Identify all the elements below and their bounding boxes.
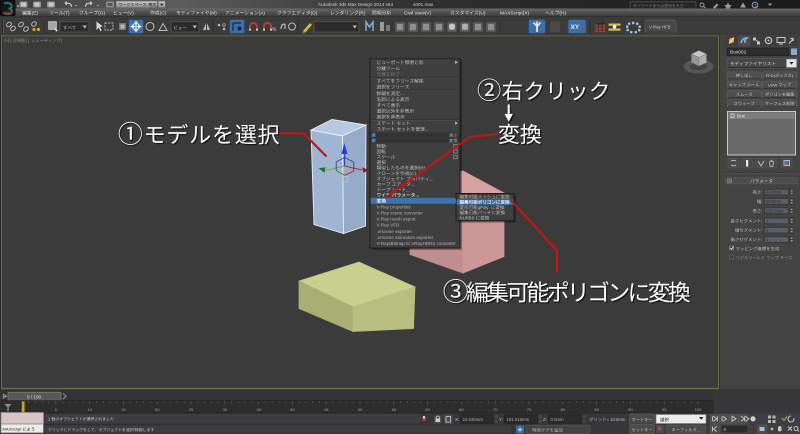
svg-text:90: 90 [628, 407, 633, 412]
svg-text::: : [761, 237, 762, 242]
svg-text:15: 15 [121, 407, 126, 412]
svg-text:V-Ray mesh export: V-Ray mesh export [377, 217, 417, 222]
svg-text:...: ... [430, 176, 434, 181]
svg-text:UVW: UVW [768, 82, 778, 87]
svg-text:Box: Box [737, 114, 746, 119]
svg-text:70: 70 [493, 407, 498, 412]
svg-text:Y:: Y: [499, 417, 503, 422]
svg-text:(R): (R) [359, 11, 366, 17]
svg-text::: : [146, 2, 147, 7]
svg-text:]: ] [61, 38, 62, 43]
svg-text:Z:: Z: [543, 417, 547, 422]
svg-text:Box002: Box002 [730, 50, 747, 56]
svg-text:X:: X: [455, 417, 459, 422]
svg-text:50: 50 [358, 407, 363, 412]
svg-text:...: ... [400, 91, 404, 96]
svg-text:0.0mm: 0.0mm [551, 417, 565, 422]
svg-text:0 / 100: 0 / 100 [27, 395, 41, 400]
svg-text:55: 55 [392, 407, 397, 412]
svg-text:10: 10 [87, 407, 92, 412]
svg-text:Civil View(V): Civil View(V) [404, 11, 431, 17]
svg-text:60: 60 [425, 407, 430, 412]
svg-text::: : [761, 228, 762, 233]
svg-text:0: 0 [724, 427, 727, 432]
svg-text:(G): (G) [98, 11, 105, 17]
svg-text:.vrscene animation exporter: .vrscene animation exporter [377, 235, 434, 240]
svg-text:s001.max: s001.max [413, 2, 434, 7]
svg-text:...: ... [411, 182, 415, 187]
svg-text:...: ... [415, 193, 419, 198]
svg-text::: : [761, 219, 762, 224]
svg-text::: : [761, 199, 762, 204]
svg-text:%: % [272, 27, 277, 33]
svg-text:[+] [: [+] [ [5, 38, 13, 43]
svg-text:30: 30 [223, 407, 228, 412]
svg-text::: : [761, 208, 762, 213]
svg-text:...: ... [697, 427, 700, 432]
svg-text:...: ... [406, 187, 410, 192]
svg-text:(V): (V) [127, 11, 134, 17]
svg-text::: : [761, 190, 762, 195]
svg-text:80.0mm: 80.0mm [766, 190, 782, 195]
svg-text:(M): (M) [210, 11, 218, 17]
svg-text:V-Ray scene converter: V-Ray scene converter [377, 211, 424, 216]
svg-text:V-Ray properties: V-Ray properties [377, 204, 412, 209]
svg-text:V-Ray VFB: V-Ray VFB [377, 223, 400, 228]
svg-text:35: 35 [256, 407, 261, 412]
svg-text:20: 20 [155, 407, 160, 412]
svg-text:80: 80 [561, 407, 566, 412]
svg-text:45: 45 [324, 407, 329, 412]
svg-text:MAXScript: MAXScript [3, 427, 23, 432]
svg-text:(A): (A) [259, 11, 266, 17]
svg-text:75: 75 [527, 407, 532, 412]
svg-text:XY: XY [571, 24, 580, 31]
svg-text:280.0mm: 280.0mm [766, 208, 784, 213]
svg-text:100: 100 [695, 407, 702, 412]
svg-text:(C): (C) [160, 11, 167, 17]
svg-text:(H): (H) [559, 11, 566, 17]
svg-text:NURBS: NURBS [460, 216, 475, 221]
svg-text:22.635mm: 22.635mm [463, 417, 484, 422]
svg-text:(D): (D) [311, 11, 318, 17]
svg-text:MAXScript(X): MAXScript(X) [500, 11, 529, 17]
svg-text:25: 25 [189, 407, 194, 412]
svg-text:V-Ray(Bitmap to VRayHDRI) conv: V-Ray(Bitmap to VRayHDRI) converter [377, 241, 457, 246]
svg-text:95: 95 [662, 407, 667, 412]
svg-text:FFD(: FFD( [766, 73, 776, 78]
svg-text:Autodesk 3ds Max Design 2014 x: Autodesk 3ds Max Design 2014 x64 [318, 2, 393, 7]
svg-text:= 10.0mm: = 10.0mm [607, 417, 626, 422]
svg-text:(U): (U) [479, 11, 486, 17]
svg-text:40: 40 [290, 407, 295, 412]
svg-text:(T): (T) [63, 11, 70, 17]
svg-text:85: 85 [594, 407, 599, 412]
svg-text:.vrscene exporter: .vrscene exporter [377, 229, 413, 234]
svg-text:191.016mm: 191.016mm [507, 417, 530, 422]
svg-text:65: 65 [459, 407, 464, 412]
svg-text:gPoly: gPoly [478, 205, 490, 210]
svg-text:...: ... [425, 127, 429, 132]
svg-text:V-Ray HFB: V-Ray HFB [649, 25, 671, 30]
svg-text:(E): (E) [32, 11, 39, 17]
svg-text:80.0mm: 80.0mm [766, 199, 782, 204]
